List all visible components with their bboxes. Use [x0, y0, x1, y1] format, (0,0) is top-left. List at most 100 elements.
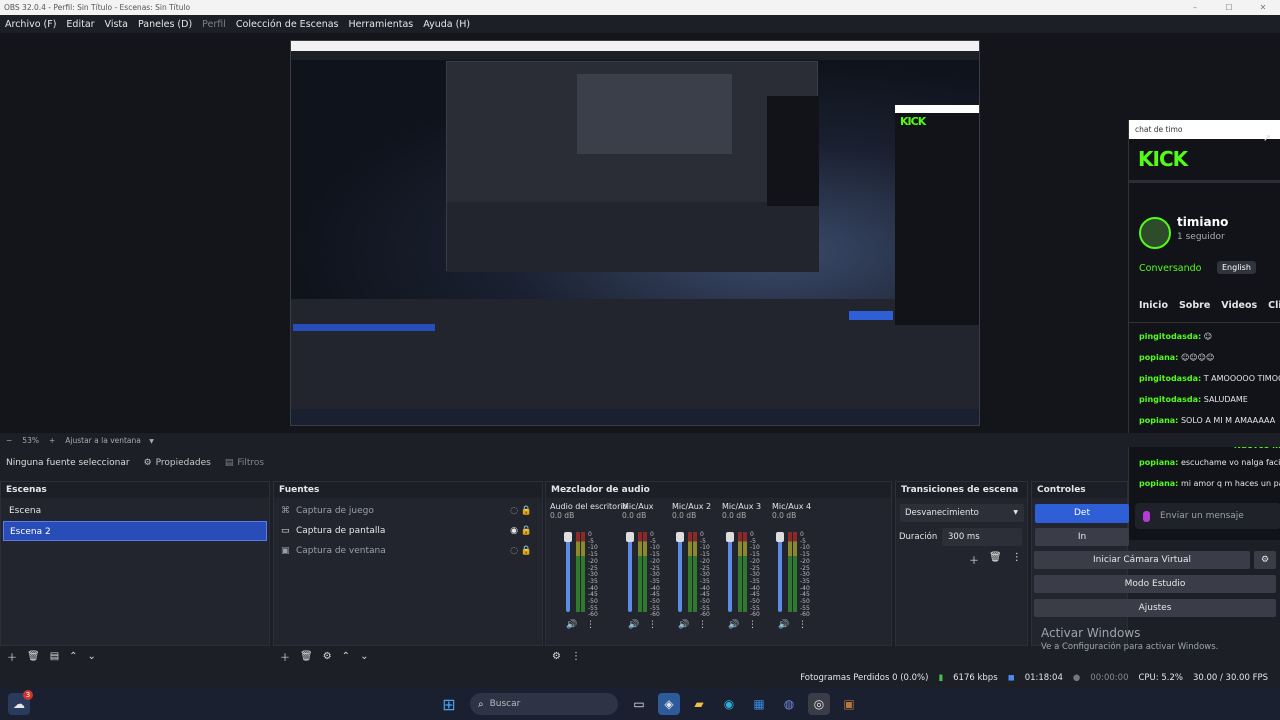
volume-fader[interactable] — [628, 532, 632, 612]
source-item[interactable]: ▭ Captura de pantalla ◉ 🔒 — [276, 521, 540, 541]
weather-icon[interactable]: ☁ 3 — [8, 690, 33, 715]
close-button[interactable]: ✕ — [1246, 0, 1280, 15]
edge-icon[interactable]: ◉ — [718, 693, 740, 715]
add-transition-icon[interactable]: ＋ — [969, 552, 979, 567]
more-icon[interactable]: ⋮ — [798, 620, 807, 630]
volume-fader[interactable] — [778, 532, 782, 612]
zoom-out-button[interactable]: − — [6, 436, 12, 445]
monitor-icon: ▭ — [281, 526, 290, 536]
mixer-settings-icon[interactable]: ⚙ — [552, 651, 561, 662]
move-up-icon[interactable]: ⌃ — [342, 651, 350, 662]
chat-username[interactable]: pingitodasda: — [1139, 332, 1201, 341]
volume-fader[interactable] — [566, 532, 570, 612]
menu-tools[interactable]: Herramientas — [349, 19, 414, 30]
maximize-button[interactable]: ☐ — [1212, 0, 1246, 15]
obs-icon[interactable]: ◎ — [808, 693, 830, 715]
virtual-camera-button[interactable]: Iniciar Cámara Virtual — [1034, 551, 1250, 569]
eye-icon[interactable]: ◉ — [510, 521, 518, 541]
transition-select[interactable]: Desvanecimiento ▼ — [900, 504, 1024, 522]
trash-icon[interactable]: 🗑 — [300, 651, 313, 662]
menu-view[interactable]: Vista — [105, 19, 128, 30]
chat-input[interactable]: Enviar un mensaje — [1135, 503, 1280, 529]
fader-knob[interactable] — [626, 532, 634, 542]
move-down-icon[interactable]: ⌄ — [88, 651, 96, 662]
gear-icon[interactable]: ⚙ — [1254, 551, 1276, 569]
volume-fader[interactable] — [728, 532, 732, 612]
windows-start-icon[interactable]: ⊞ — [438, 693, 460, 715]
fader-knob[interactable] — [676, 532, 684, 542]
lock-icon[interactable]: 🔒 — [521, 541, 532, 561]
filter-icon[interactable]: ▤ — [50, 651, 59, 662]
source-item[interactable]: ⌘ Captura de juego ◌ 🔒 — [276, 501, 540, 521]
stop-streaming-button[interactable]: Det — [1035, 504, 1129, 523]
more-icon[interactable]: ⋮ — [648, 620, 657, 630]
move-up-icon[interactable]: ⌃ — [69, 651, 77, 662]
move-down-icon[interactable]: ⌄ — [360, 651, 368, 662]
store-icon[interactable]: ▦ — [748, 693, 770, 715]
fader-knob[interactable] — [726, 532, 734, 542]
nav-home[interactable]: Inicio — [1139, 300, 1168, 311]
chat-username[interactable]: popiana: — [1139, 458, 1178, 467]
scene-item-selected[interactable]: Escena 2 — [3, 521, 267, 541]
add-source-icon[interactable]: ＋ — [280, 649, 290, 664]
emote-icon[interactable] — [1143, 510, 1150, 522]
more-icon[interactable]: ⋮ — [698, 620, 707, 630]
fader-knob[interactable] — [776, 532, 784, 542]
more-icon[interactable]: ⋮ — [1012, 552, 1022, 567]
trash-icon[interactable]: 🗑 — [989, 552, 1002, 567]
speaker-icon[interactable]: 🔊 — [566, 620, 577, 630]
minecraft-icon[interactable]: ▣ — [838, 693, 860, 715]
studio-mode-button[interactable]: Modo Estudio — [1034, 575, 1276, 593]
more-icon[interactable]: ⋮ — [586, 620, 595, 630]
chat-username[interactable]: popiana: — [1139, 479, 1178, 488]
more-icon[interactable]: ⋮ — [748, 620, 757, 630]
menu-profile[interactable]: Perfil — [202, 19, 226, 30]
menu-docks[interactable]: Paneles (D) — [138, 19, 192, 30]
cursor-icon: ➚ — [1263, 133, 1272, 144]
gear-icon[interactable]: ⚙ — [323, 651, 332, 662]
eye-hidden-icon[interactable]: ◌ — [510, 541, 518, 561]
zoom-in-button[interactable]: + — [49, 436, 55, 445]
more-icon[interactable]: ⋮ — [571, 651, 581, 662]
chat-username[interactable]: pingitodasda: — [1139, 374, 1201, 383]
widgets-icon[interactable]: ◈ — [658, 693, 680, 715]
menu-scene-collection[interactable]: Colección de Escenas — [236, 19, 339, 30]
minimize-button[interactable]: – — [1178, 0, 1212, 15]
scene-item[interactable]: Escena — [3, 501, 267, 521]
nav-about[interactable]: Sobre — [1179, 300, 1210, 311]
chat-username[interactable]: popiana: — [1139, 353, 1178, 362]
lock-icon[interactable]: 🔒 — [521, 501, 532, 521]
trash-icon[interactable]: 🗑 — [27, 651, 40, 662]
discord-icon[interactable]: ◍ — [778, 693, 800, 715]
menu-edit[interactable]: Editar — [66, 19, 94, 30]
taskbar-search[interactable]: ⌕ Buscar — [470, 693, 618, 715]
zoom-fit-select[interactable]: Ajustar a la ventana ▼ — [65, 436, 154, 445]
chat-window[interactable]: chat de timo KICK timiano 1 seguidor Con… — [1128, 120, 1280, 540]
chat-username[interactable]: popiana: — [1139, 416, 1178, 425]
start-recording-button[interactable]: In — [1035, 528, 1129, 546]
eye-hidden-icon[interactable]: ◌ — [510, 501, 518, 521]
fader-knob[interactable] — [564, 532, 572, 542]
chat-username[interactable]: pingitodasda: — [1139, 395, 1201, 404]
stream-category[interactable]: Conversando — [1139, 263, 1201, 274]
preview-canvas[interactable]: KICK — [290, 40, 980, 426]
menu-file[interactable]: Archivo (F) — [5, 19, 56, 30]
add-scene-icon[interactable]: ＋ — [7, 649, 17, 664]
speaker-icon[interactable]: 🔊 — [678, 620, 689, 630]
filters-button[interactable]: ▤ Filtros — [225, 458, 264, 468]
lock-icon[interactable]: 🔒 — [521, 521, 532, 541]
nav-clips[interactable]: Clips — [1268, 300, 1280, 311]
speaker-icon[interactable]: 🔊 — [778, 620, 789, 630]
task-view-icon[interactable]: ▭ — [628, 693, 650, 715]
nav-videos[interactable]: Videos — [1221, 300, 1257, 311]
file-explorer-icon[interactable]: ▰ — [688, 693, 710, 715]
duration-input[interactable]: 300 ms — [942, 528, 1022, 546]
menu-help[interactable]: Ayuda (H) — [423, 19, 470, 30]
speaker-icon[interactable]: 🔊 — [628, 620, 639, 630]
speaker-icon[interactable]: 🔊 — [728, 620, 739, 630]
mixer-channel: Mic/Aux 0.0 dB 0 -5 -10 -15 -20 -25 -30 -35 -40-… — [622, 502, 672, 630]
settings-button[interactable]: Ajustes — [1034, 599, 1276, 617]
source-item[interactable]: ▣ Captura de ventana ◌ 🔒 — [276, 541, 540, 561]
volume-fader[interactable] — [678, 532, 682, 612]
properties-button[interactable]: ⚙ Propiedades — [144, 458, 211, 468]
